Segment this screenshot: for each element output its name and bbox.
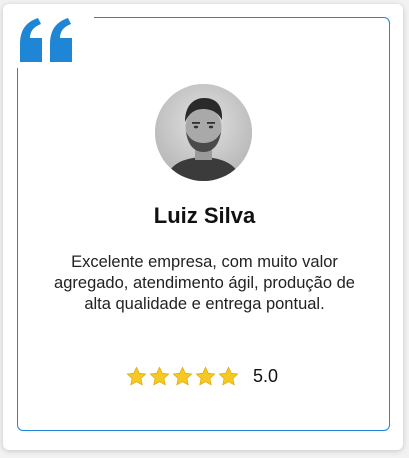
rating-score: 5.0 <box>253 365 279 386</box>
customer-name: Luiz Silva <box>153 203 256 228</box>
testimonial-text: Excelente empresa, com muito valor agreg… <box>54 253 355 313</box>
star-icon <box>126 365 147 385</box>
star-icon <box>218 365 239 385</box>
star-icon <box>172 365 193 385</box>
star-icon <box>195 365 216 385</box>
rating: 5.0 <box>126 364 278 388</box>
avatar <box>155 84 252 181</box>
quote-icon <box>20 18 72 62</box>
star-icon <box>149 365 170 385</box>
